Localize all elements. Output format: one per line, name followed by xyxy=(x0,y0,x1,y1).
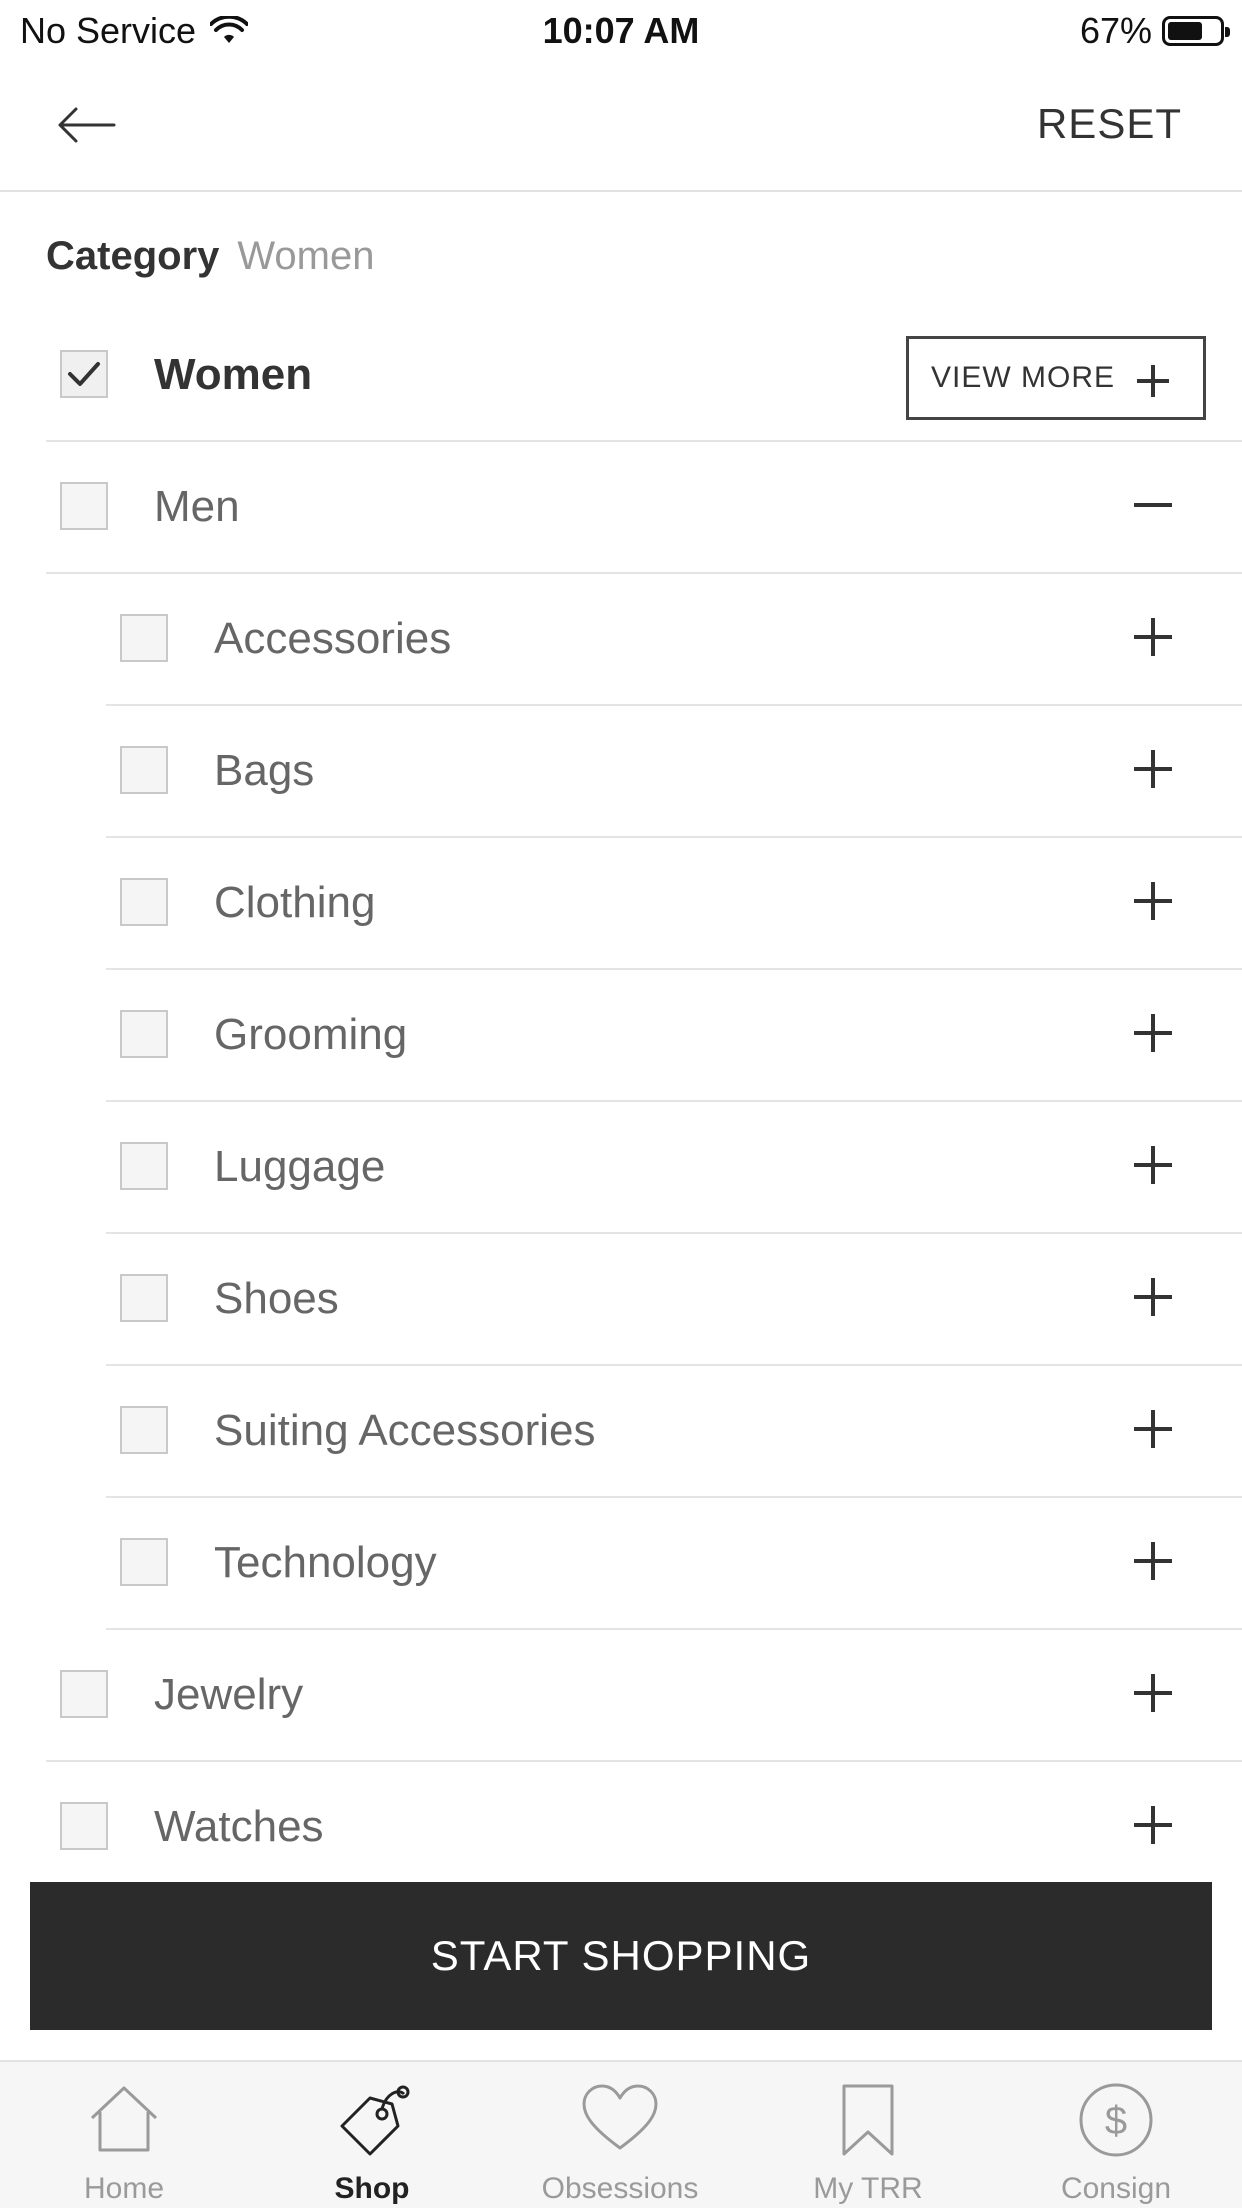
tab-label: Home xyxy=(83,2172,165,2205)
dollar-circle-icon: $ xyxy=(1079,2083,1153,2157)
tab-consign[interactable]: $ Consign xyxy=(992,2062,1240,2208)
arrow-left-icon xyxy=(58,107,116,143)
category-label: Bags xyxy=(214,746,315,795)
category-row[interactable]: Men xyxy=(46,442,1242,574)
category-label: Accessories xyxy=(214,614,452,663)
category-title: Category xyxy=(46,234,220,278)
checkbox[interactable] xyxy=(120,746,168,794)
plus-icon[interactable] xyxy=(1134,1278,1172,1316)
checkbox[interactable] xyxy=(120,614,168,662)
category-row[interactable]: Grooming xyxy=(106,970,1242,1102)
category-row[interactable]: Watches xyxy=(46,1762,1242,1894)
tab-shop[interactable]: Shop xyxy=(248,2062,496,2208)
category-row[interactable]: Suiting Accessories xyxy=(106,1366,1242,1498)
category-row[interactable]: Jewelry xyxy=(46,1630,1242,1762)
top-nav: RESET xyxy=(0,62,1242,192)
battery-icon xyxy=(1162,16,1230,46)
category-selected: Women xyxy=(237,234,375,278)
category-label: Technology xyxy=(214,1538,437,1587)
category-label: Luggage xyxy=(214,1142,386,1191)
checkbox[interactable] xyxy=(120,1010,168,1058)
plus-icon[interactable] xyxy=(1134,1674,1172,1712)
view-more-label: VIEW MORE xyxy=(931,361,1116,394)
checkbox[interactable] xyxy=(120,1406,168,1454)
checkmark-icon xyxy=(68,362,100,386)
plus-icon[interactable] xyxy=(1134,1014,1172,1052)
home-icon xyxy=(90,2086,158,2152)
category-label: Women xyxy=(154,350,313,399)
category-label: Men xyxy=(154,482,240,531)
category-row[interactable]: Luggage xyxy=(106,1102,1242,1234)
plus-icon[interactable] xyxy=(1134,1410,1172,1448)
checkbox[interactable] xyxy=(120,1142,168,1190)
start-shopping-button[interactable]: START SHOPPING xyxy=(30,1882,1212,2030)
tab-label: My TRR xyxy=(813,2172,923,2205)
category-row[interactable]: Accessories xyxy=(106,574,1242,706)
category-label: Jewelry xyxy=(154,1670,304,1719)
status-battery: 67% xyxy=(1079,10,1230,52)
plus-icon[interactable] xyxy=(1134,1806,1172,1844)
plus-icon xyxy=(1137,365,1169,397)
plus-icon[interactable] xyxy=(1134,618,1172,656)
category-row[interactable]: Shoes xyxy=(106,1234,1242,1366)
status-bar: No Service 10:07 AM 67% xyxy=(0,0,1242,62)
tab-label: Consign xyxy=(1060,2172,1172,2205)
tab-bar: Home Shop Obsessions My TRR $ Consign xyxy=(0,2060,1242,2208)
plus-icon[interactable] xyxy=(1134,1542,1172,1580)
battery-percent: 67% xyxy=(1079,10,1152,51)
checkbox[interactable] xyxy=(120,1274,168,1322)
svg-text:$: $ xyxy=(1105,2099,1127,2143)
category-row[interactable]: Technology xyxy=(106,1498,1242,1630)
tab-my-trr[interactable]: My TRR xyxy=(744,2062,992,2208)
category-label: Watches xyxy=(154,1802,324,1851)
plus-icon[interactable] xyxy=(1134,1146,1172,1184)
tab-label: Obsessions xyxy=(541,2172,699,2205)
category-label: Shoes xyxy=(214,1274,339,1323)
tab-obsessions[interactable]: Obsessions xyxy=(496,2062,744,2208)
category-label: Clothing xyxy=(214,878,376,927)
checkbox[interactable] xyxy=(60,1802,108,1850)
category-row[interactable]: Bags xyxy=(106,706,1242,838)
shopping-tag-icon xyxy=(340,2085,410,2156)
checkbox[interactable] xyxy=(120,1538,168,1586)
status-time: 10:07 AM xyxy=(542,10,700,51)
bookmark-icon xyxy=(842,2084,894,2156)
tab-home[interactable]: Home xyxy=(0,2062,248,2208)
back-button[interactable] xyxy=(54,100,124,150)
category-label: Grooming xyxy=(214,1010,408,1059)
category-label: Suiting Accessories xyxy=(214,1406,596,1455)
tab-label: Shop xyxy=(334,2172,410,2205)
checkbox[interactable] xyxy=(60,1670,108,1718)
plus-icon[interactable] xyxy=(1134,750,1172,788)
view-more-button[interactable]: VIEW MORE xyxy=(906,336,1206,420)
category-row[interactable]: Clothing xyxy=(106,838,1242,970)
checkbox[interactable] xyxy=(60,482,108,530)
minus-icon[interactable] xyxy=(1134,486,1172,524)
checkbox[interactable] xyxy=(60,350,108,398)
reset-button[interactable]: RESET xyxy=(1037,100,1182,148)
battery-fill xyxy=(1168,22,1202,40)
heart-icon xyxy=(582,2084,658,2150)
checkbox[interactable] xyxy=(120,878,168,926)
plus-icon[interactable] xyxy=(1134,882,1172,920)
category-header: Category Women xyxy=(46,234,374,279)
